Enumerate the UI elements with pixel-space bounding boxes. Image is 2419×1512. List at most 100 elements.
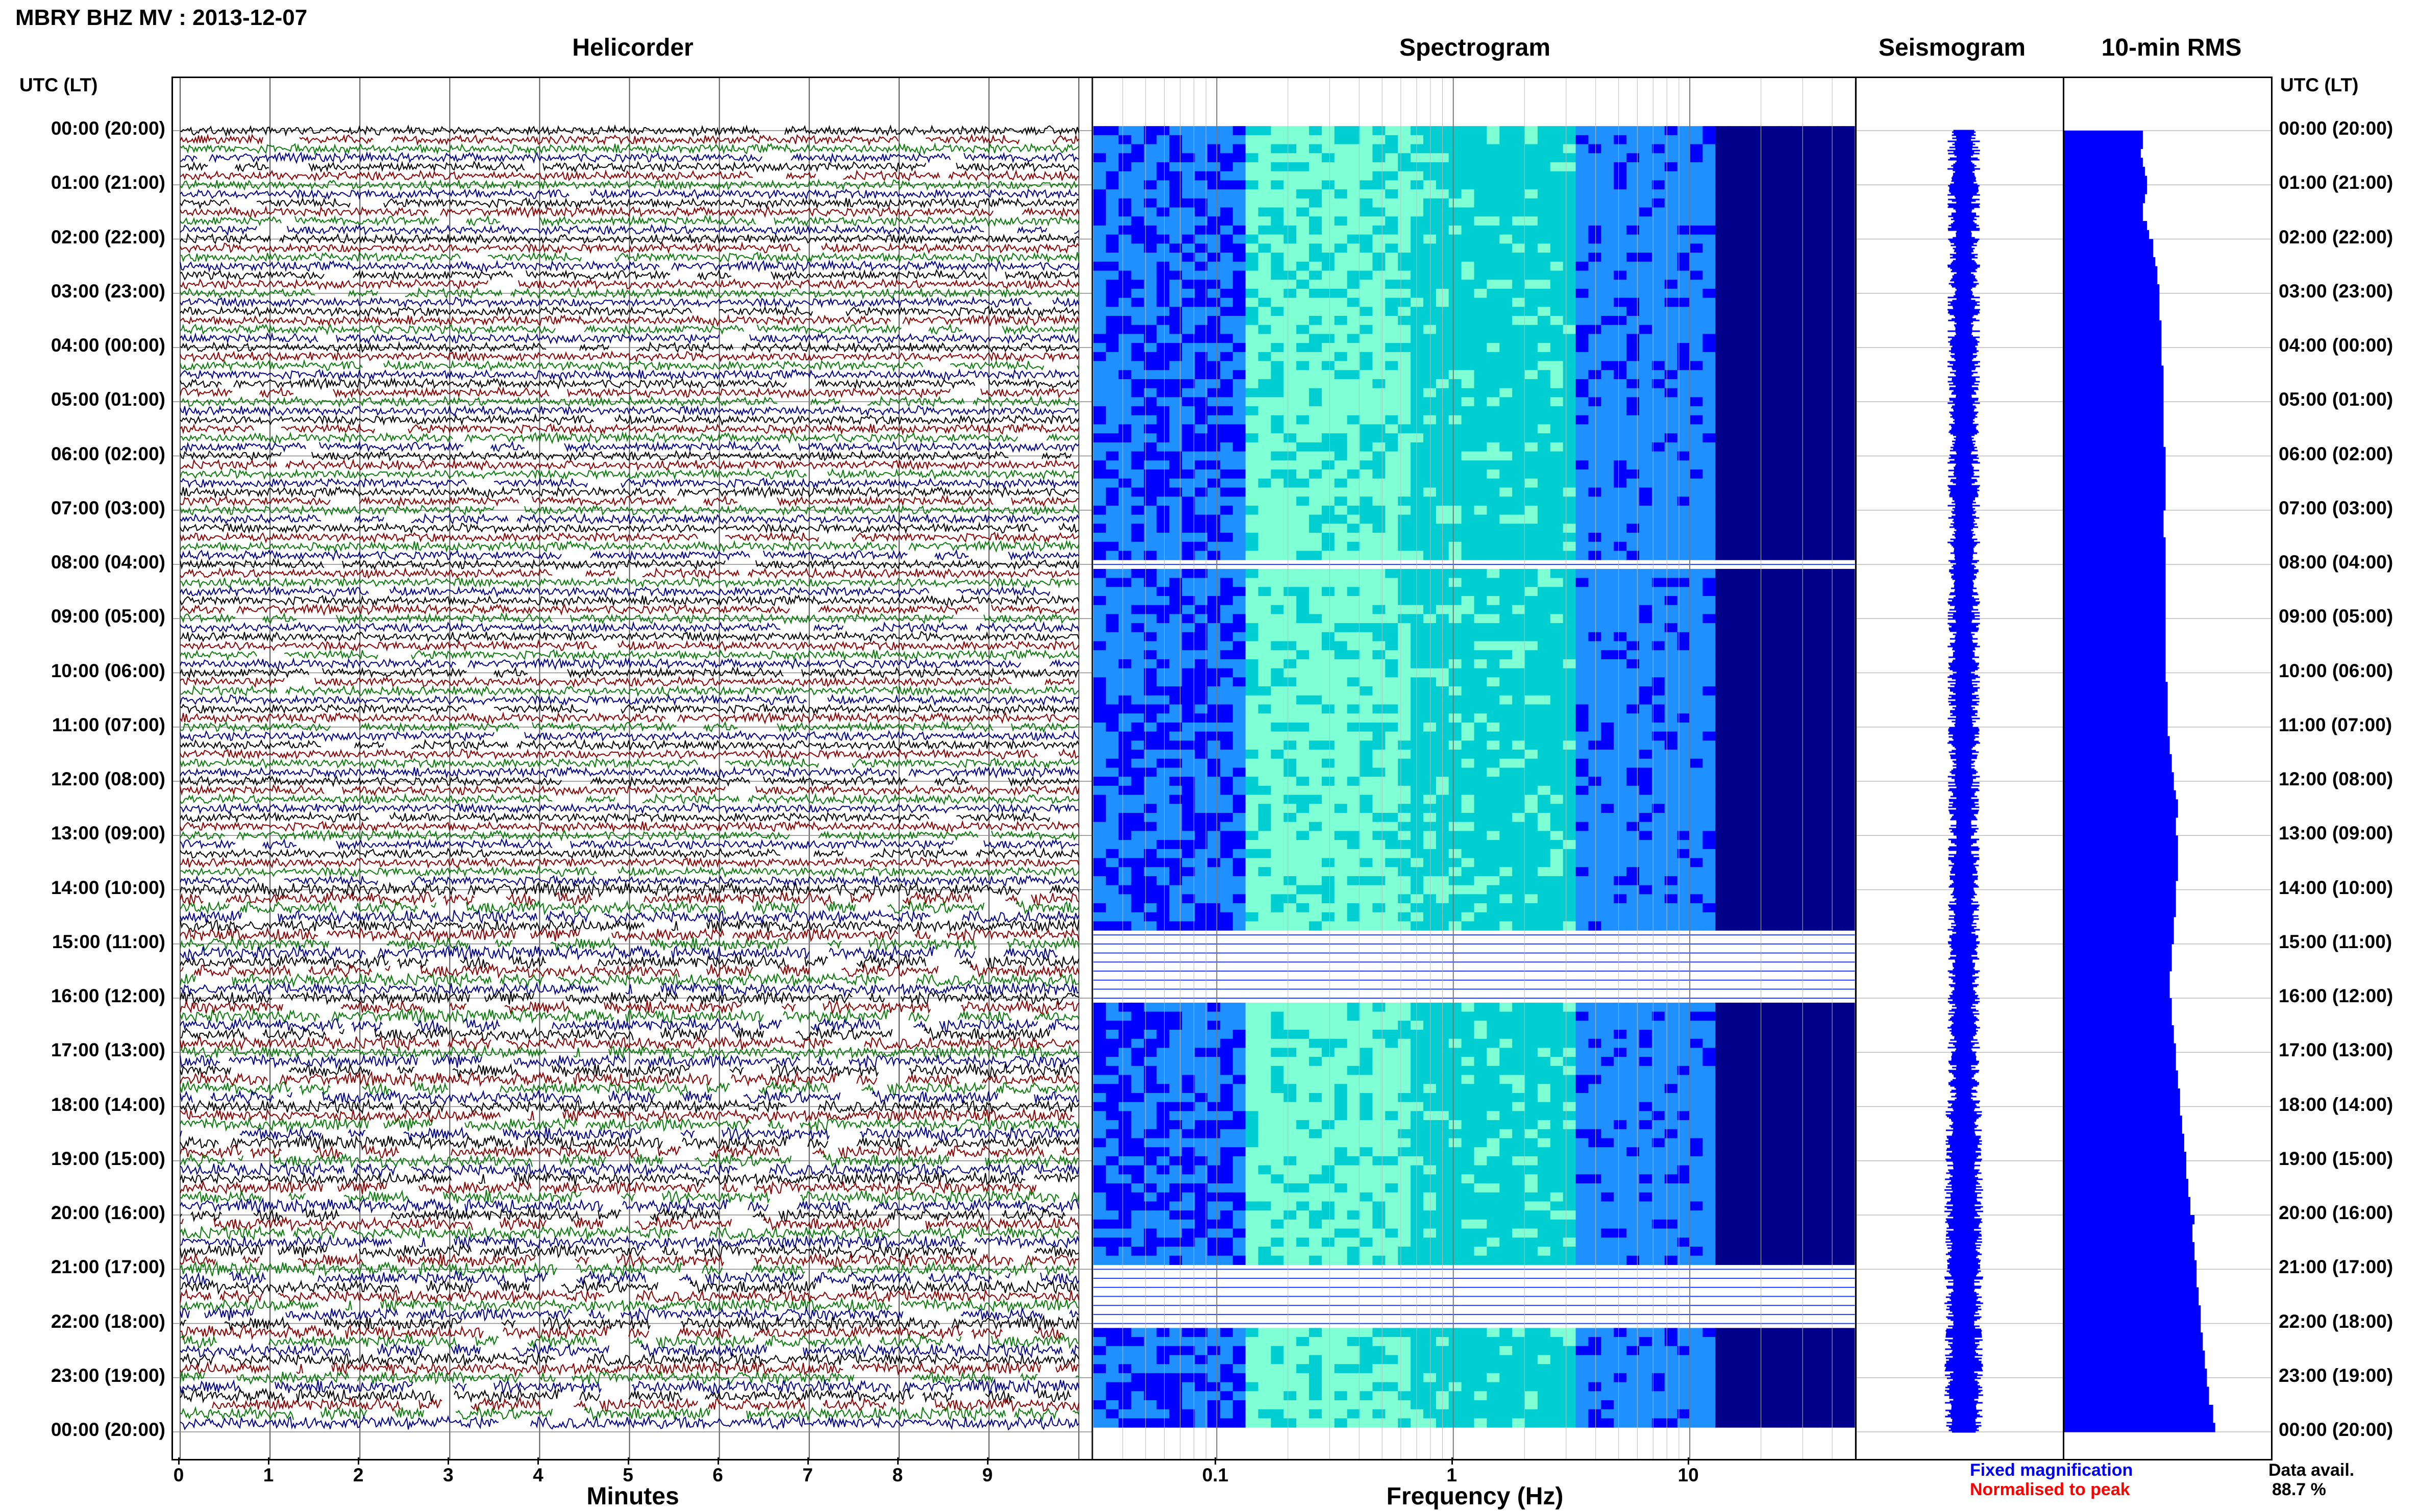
- spectrogram-row: [1093, 406, 1856, 416]
- spectrogram-row: [1093, 822, 1856, 831]
- spectrogram-row: [1093, 596, 1856, 606]
- spectrogram-row: [1093, 1210, 1856, 1220]
- spectrogram-row: [1093, 1391, 1856, 1401]
- right-time-label: 00:00 (20:00): [2279, 118, 2393, 139]
- spectrogram-row: [1093, 225, 1856, 235]
- spectrogram-row: [1093, 1346, 1856, 1355]
- rms-bar: [2064, 438, 2164, 448]
- rms-bar: [2064, 953, 2172, 962]
- rms-bar: [2064, 447, 2166, 457]
- spectrogram-panel: [1092, 77, 1857, 1460]
- rms-bar: [2064, 302, 2160, 312]
- right-time-label: 02:00 (22:00): [2279, 226, 2393, 247]
- rms-bar: [2064, 718, 2168, 728]
- rms-bar: [2064, 1034, 2174, 1044]
- rms-bar: [2064, 131, 2143, 140]
- spectrogram-row: [1093, 750, 1856, 759]
- spectrogram-row: [1093, 912, 1856, 922]
- spectrogram-row: [1093, 767, 1856, 777]
- spectrogram-row: [1093, 934, 1855, 936]
- rms-bar: [2064, 636, 2166, 646]
- left-time-label: 19:00 (15:00): [51, 1148, 165, 1169]
- spectrogram-row: [1093, 564, 1855, 565]
- rms-bar: [2064, 1396, 2209, 1405]
- rms-bar: [2064, 889, 2176, 899]
- rms-bar: [2064, 1143, 2184, 1152]
- right-time-label: 21:00 (17:00): [2279, 1256, 2393, 1278]
- rms-bar: [2064, 609, 2166, 619]
- spectrogram-row: [1093, 162, 1856, 172]
- rms-bar: [2064, 835, 2178, 845]
- rms-bar: [2064, 962, 2172, 972]
- rms-bar: [2064, 935, 2174, 945]
- rms-bar: [2064, 772, 2174, 782]
- helicorder-trace: [180, 810, 1050, 824]
- rms-bar: [2064, 826, 2176, 836]
- rms-bar: [2064, 582, 2166, 592]
- rms-bar: [2064, 1369, 2207, 1378]
- helicorder-trace: [180, 675, 1075, 688]
- rms-bar: [2064, 944, 2172, 954]
- spectrogram-row: [1093, 135, 1856, 145]
- spectrogram-row: [1093, 261, 1856, 271]
- helicorder-x-tick-mark: [178, 1457, 180, 1465]
- rms-bar: [2064, 1233, 2193, 1243]
- rms-bar: [2064, 1269, 2197, 1279]
- spectrogram-row: [1093, 198, 1856, 208]
- rms-bar: [2064, 284, 2160, 294]
- rms-bar: [2064, 600, 2166, 610]
- rms-bar: [2064, 907, 2176, 918]
- rms-bar: [2064, 1224, 2193, 1234]
- spectrogram-row: [1093, 1156, 1856, 1166]
- helicorder-x-tick-label: 3: [443, 1465, 454, 1485]
- spectrogram-row: [1093, 1328, 1856, 1337]
- rms-bar: [2064, 1170, 2186, 1179]
- rms-bar: [2064, 682, 2168, 691]
- spectrogram-row: [1093, 1337, 1856, 1347]
- rms-bar: [2064, 1260, 2197, 1270]
- spectrogram-row: [1093, 722, 1856, 732]
- spectrogram-row: [1093, 777, 1856, 786]
- spectrogram-row: [1093, 288, 1856, 299]
- spectrogram-row: [1093, 979, 1855, 981]
- rms-bar: [2064, 853, 2178, 863]
- left-time-label: 11:00 (07:00): [52, 714, 165, 735]
- rms-bar: [2064, 564, 2166, 574]
- left-time-label: 02:00 (22:00): [51, 226, 165, 247]
- spectrogram-row: [1093, 1048, 1856, 1057]
- helicorder-x-tick-mark: [448, 1457, 450, 1465]
- rms-bar: [2064, 419, 2164, 429]
- rms-bar: [2064, 1106, 2180, 1116]
- spectrogram-row: [1093, 849, 1856, 859]
- helicorder-x-tick-mark: [268, 1457, 270, 1465]
- spectrogram-row: [1093, 298, 1856, 307]
- rms-bar: [2064, 763, 2172, 773]
- rms-bar: [2064, 338, 2162, 348]
- left-time-label: 08:00 (04:00): [51, 552, 165, 573]
- rms-bar: [2064, 899, 2176, 908]
- left-time-label: 10:00 (06:00): [51, 660, 165, 681]
- rms-bar: [2064, 193, 2145, 204]
- spectrogram-row: [1093, 370, 1856, 380]
- right-time-label: 00:00 (20:00): [2279, 1419, 2393, 1440]
- figure-title: MBRY BHZ MV : 2013-12-07: [15, 5, 308, 30]
- right-time-label: 12:00 (08:00): [2279, 769, 2393, 789]
- rms-plot: [2064, 130, 2271, 1432]
- helicorder-x-tick-label: 7: [802, 1465, 813, 1485]
- rms-bar: [2064, 627, 2166, 637]
- spectrogram-row: [1093, 180, 1856, 190]
- spectrogram-x-tick-mark: [1215, 1457, 1217, 1465]
- rms-bar: [2064, 1043, 2176, 1053]
- rms-bar: [2064, 1025, 2174, 1035]
- spectrogram-row: [1093, 234, 1856, 244]
- spectrogram-row: [1093, 1183, 1856, 1193]
- rms-bar: [2064, 510, 2164, 520]
- right-time-label: 10:00 (06:00): [2279, 660, 2393, 681]
- rms-bar: [2064, 555, 2166, 565]
- helicorder-trace: [180, 1324, 1064, 1341]
- rms-bar: [2064, 971, 2170, 981]
- helicorder-trace: [180, 1387, 1072, 1404]
- rms-bar: [2064, 844, 2178, 854]
- spectrogram-row: [1093, 804, 1856, 813]
- spectrogram-row: [1093, 478, 1856, 488]
